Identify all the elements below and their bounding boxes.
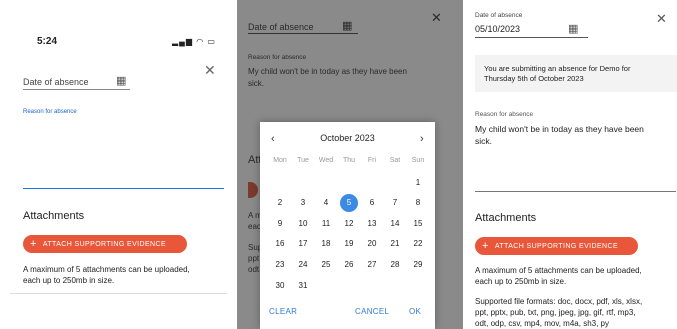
calendar-day[interactable]: 8 [409, 194, 427, 212]
calendar-day[interactable]: 25 [317, 256, 335, 274]
attach-button-label: ATTACH SUPPORTING EVIDENCE [494, 242, 619, 250]
text-fragment: eac [248, 222, 261, 231]
supported-formats-text: Supported file formats: doc, docx, pdf, … [475, 296, 642, 329]
reason-line-1: My child won't be in today as they have … [248, 67, 407, 76]
attachment-limit-text: A maximum of 5 attachments can be upload… [475, 265, 642, 287]
screen-date-picker: Date of absence ▦ ✕ Reason for absence M… [237, 0, 463, 329]
status-time: 5:24 [37, 36, 58, 47]
reason-underline [475, 191, 676, 192]
calendar-day[interactable]: 1 [409, 174, 427, 192]
calendar-day[interactable]: 4 [317, 194, 335, 212]
calendar-day[interactable]: 21 [386, 235, 404, 253]
formats-line-1: Supported file formats: doc, docx, pdf, … [475, 297, 643, 306]
weekday-label: Mon [273, 157, 287, 164]
date-of-absence-label: Date of absence [475, 12, 523, 19]
reason-for-absence-label: Reason for absence [23, 109, 77, 115]
info-line-1: You are submitting an absence for Demo f… [484, 64, 631, 73]
cancel-button[interactable]: CANCEL [355, 307, 389, 316]
limit-line-2: each up to 250mb in size. [23, 276, 115, 285]
calendar-day[interactable]: 16 [271, 235, 289, 253]
calendar-day[interactable]: 17 [294, 235, 312, 253]
calendar-icon[interactable]: ▦ [116, 74, 126, 87]
screen-empty-form: 5:24 ▂▄▆ ◠ ▭ ✕ Date of absence ▦ Reason … [0, 0, 237, 329]
reason-line-2: sick. [475, 136, 492, 146]
weekday-label: Fri [367, 157, 377, 164]
close-icon[interactable]: ✕ [431, 10, 442, 26]
attachments-title: Attachments [475, 212, 537, 224]
calendar-day[interactable]: 19 [340, 235, 358, 253]
date-underline [475, 37, 588, 38]
clear-button[interactable]: CLEAR [269, 307, 297, 316]
date-picker-dialog: ‹ October 2023 › Mon Tue Wed Thu Fri Sat Sun 1… [260, 122, 435, 329]
attach-button-fragment [248, 182, 258, 198]
limit-line-1: A maximum of 5 attachments can be upload… [23, 265, 190, 274]
attachments-title: Attachments [23, 210, 85, 222]
close-icon[interactable]: ✕ [204, 62, 216, 79]
close-icon[interactable]: ✕ [656, 11, 667, 27]
screen-filled-form: Date of absence 05/10/2023 ▦ ✕ You are s… [463, 0, 677, 329]
weekday-label: Thu [342, 157, 356, 164]
formats-line-2: ppt, pptx, pub, txt, png, jpeg, jpg, gif… [475, 308, 636, 317]
calendar-day[interactable]: 9 [271, 215, 289, 233]
calendar-icon[interactable]: ▦ [568, 22, 578, 35]
calendar-day[interactable]: 12 [340, 215, 358, 233]
text-fragment: ppt [248, 254, 260, 263]
calendar-icon[interactable]: ▦ [342, 19, 352, 32]
formats-line-3: odt, odp, csv, mp4, mov, m4a, sh3, py [475, 319, 609, 328]
calendar-day[interactable]: 13 [363, 215, 381, 233]
date-underline [248, 33, 358, 34]
reason-for-absence-label: Reason for absence [248, 54, 307, 61]
calendar-day[interactable]: 11 [317, 215, 335, 233]
calendar-day[interactable]: 7 [386, 194, 404, 212]
attachment-limit-text: A maximum of 5 attachments can be upload… [23, 264, 190, 286]
weekday-label: Sat [389, 157, 401, 164]
status-icons: ▂▄▆ ◠ ▭ [172, 37, 216, 46]
ok-button[interactable]: OK [409, 307, 421, 316]
reason-text[interactable]: My child won't be in today as they have … [475, 123, 644, 147]
calendar-day[interactable]: 3 [294, 194, 312, 212]
info-line-2: Thursday 5th of October 2023 [484, 74, 584, 83]
bottom-divider [10, 293, 227, 294]
date-underline [23, 89, 130, 90]
attach-evidence-button[interactable]: + ATTACH SUPPORTING EVIDENCE [475, 237, 638, 255]
weekday-label: Wed [318, 157, 334, 164]
calendar-day[interactable]: 15 [409, 215, 427, 233]
selected-day[interactable]: 5 [340, 194, 358, 212]
date-of-absence-value[interactable]: 05/10/2023 [475, 24, 520, 34]
calendar-day[interactable]: 30 [271, 277, 289, 295]
calendar-day[interactable]: 26 [340, 256, 358, 274]
weekday-label: Sun [411, 157, 425, 164]
calendar-day[interactable]: 22 [409, 235, 427, 253]
calendar-day[interactable]: 10 [294, 215, 312, 233]
calendar-day[interactable]: 2 [271, 194, 289, 212]
calendar-day[interactable]: 23 [271, 256, 289, 274]
attach-evidence-button[interactable]: + ATTACH SUPPORTING EVIDENCE [23, 235, 187, 253]
calendar-day[interactable]: 31 [294, 277, 312, 295]
chevron-right-icon[interactable]: › [420, 133, 424, 145]
absence-info-text: You are submitting an absence for Demo f… [484, 64, 674, 84]
weekday-label: Tue [297, 157, 309, 164]
attach-button-label: ATTACH SUPPORTING EVIDENCE [42, 240, 167, 248]
calendar-day[interactable]: 29 [409, 256, 427, 274]
reason-line-2: sick. [248, 79, 264, 88]
picker-month: October 2023 [320, 133, 375, 143]
limit-line-2: each up to 250mb in size. [475, 277, 567, 286]
date-of-absence-field[interactable]: Date of absence [23, 77, 89, 87]
limit-line-1: A maximum of 5 attachments can be upload… [475, 266, 642, 275]
date-of-absence-field[interactable]: Date of absence [248, 22, 314, 32]
reason-input-underline[interactable] [23, 188, 224, 189]
plus-icon: + [30, 238, 37, 250]
calendar-day[interactable]: 20 [363, 235, 381, 253]
text-fragment: odt [248, 265, 260, 274]
calendar-day[interactable]: 18 [317, 235, 335, 253]
reason-text[interactable]: My child won't be in today as they have … [248, 66, 407, 90]
plus-icon: + [482, 240, 489, 252]
calendar-day[interactable]: 24 [294, 256, 312, 274]
calendar-day[interactable]: 28 [386, 256, 404, 274]
calendar-day[interactable]: 6 [363, 194, 381, 212]
calendar-day[interactable]: 27 [363, 256, 381, 274]
calendar-day[interactable]: 14 [386, 215, 404, 233]
reason-line-1: My child won't be in today as they have … [475, 124, 644, 134]
reason-for-absence-label: Reason for absence [475, 111, 534, 118]
